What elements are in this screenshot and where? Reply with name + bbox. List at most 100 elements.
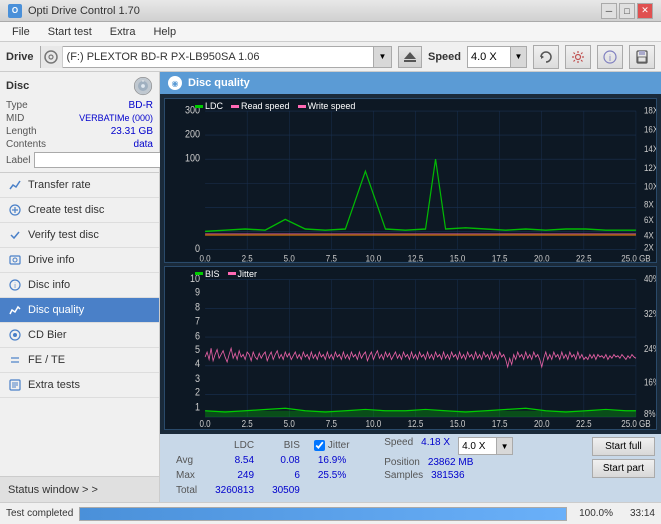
info-button[interactable]: i: [597, 45, 623, 69]
start-part-button[interactable]: Start part: [592, 459, 655, 478]
nav-create-test-disc[interactable]: Create test disc: [0, 198, 159, 223]
svg-text:200: 200: [185, 129, 200, 141]
svg-text:17.5: 17.5: [492, 418, 508, 429]
speed-key: Speed: [384, 437, 413, 455]
total-bis: 30509: [264, 484, 308, 497]
disc-label-row: Label ▶: [6, 152, 153, 168]
legend-bis: BIS: [195, 269, 220, 279]
nav-cd-bier-label: CD Bier: [28, 329, 67, 341]
disc-quality-icon: [8, 303, 22, 317]
nav-transfer-rate-label: Transfer rate: [28, 179, 91, 191]
disc-type-row: Type BD-R: [6, 100, 153, 111]
menu-help[interactable]: Help: [145, 24, 184, 40]
nav-disc-info-label: Disc info: [28, 279, 70, 291]
svg-text:20.0: 20.0: [534, 253, 550, 262]
disc-icon: [41, 46, 63, 68]
svg-text:32%: 32%: [644, 308, 656, 319]
svg-text:2.5: 2.5: [242, 418, 253, 429]
disc-header: Disc: [6, 76, 153, 96]
progress-bar-outer: [79, 507, 567, 521]
disc-cd-icon: [133, 76, 153, 96]
svg-text:40%: 40%: [644, 273, 656, 284]
svg-text:3: 3: [195, 373, 200, 385]
svg-text:25.0 GB: 25.0 GB: [621, 253, 650, 262]
nav-verify-test-disc[interactable]: Verify test disc: [0, 223, 159, 248]
stats-speed-dropdown-arrow[interactable]: ▼: [496, 438, 512, 454]
minimize-button[interactable]: ─: [601, 3, 617, 19]
extra-tests-icon: [8, 378, 22, 392]
nav-fe-te[interactable]: FE / TE: [0, 348, 159, 373]
total-ldc: 3260813: [207, 484, 262, 497]
status-window-label: Status window > >: [8, 484, 98, 496]
svg-text:12X: 12X: [644, 163, 656, 174]
svg-text:15.0: 15.0: [450, 418, 466, 429]
speed-dropdown-arrow[interactable]: ▼: [510, 47, 526, 67]
svg-text:24%: 24%: [644, 343, 656, 354]
disc-label-input[interactable]: [34, 152, 172, 168]
disc-length-row: Length 23.31 GB: [6, 126, 153, 137]
nav-disc-info[interactable]: i Disc info: [0, 273, 159, 298]
settings-button[interactable]: [565, 45, 591, 69]
nav-transfer-rate[interactable]: Transfer rate: [0, 173, 159, 198]
avg-ldc: 8.54: [207, 454, 262, 467]
svg-text:16X: 16X: [644, 124, 656, 135]
nav-drive-info[interactable]: Drive info: [0, 248, 159, 273]
disc-type-value: BD-R: [61, 100, 153, 111]
legend-ldc: LDC: [195, 101, 223, 111]
disc-label-key: Label: [6, 155, 30, 166]
disc-contents-value: data: [61, 139, 153, 150]
disc-mid-label: MID: [6, 113, 61, 124]
svg-text:0.0: 0.0: [200, 418, 211, 429]
samples-key: Samples: [384, 470, 423, 481]
start-buttons: Start full Start part: [592, 437, 655, 478]
svg-text:10.0: 10.0: [366, 418, 382, 429]
close-button[interactable]: ✕: [637, 3, 653, 19]
legend-read-speed: Read speed: [231, 101, 290, 111]
legend-jitter-label: Jitter: [238, 269, 258, 279]
transfer-rate-icon: [8, 178, 22, 192]
svg-text:22.5: 22.5: [576, 418, 592, 429]
menu-bar: File Start test Extra Help: [0, 22, 661, 42]
position-row: Position 23862 MB: [384, 457, 513, 468]
menu-file[interactable]: File: [4, 24, 38, 40]
top-chart: LDC Read speed Write speed: [164, 98, 657, 263]
legend-read-speed-label: Read speed: [241, 101, 290, 111]
svg-text:5: 5: [195, 344, 200, 356]
svg-text:2.5: 2.5: [242, 253, 253, 262]
disc-contents-row: Contents data: [6, 139, 153, 150]
drive-dropdown-arrow[interactable]: ▼: [373, 47, 391, 67]
bottom-chart-svg: 10 9 8 7 6 5 4 3 2 1 40% 32%: [165, 267, 656, 430]
app-icon: O: [8, 4, 22, 18]
refresh-button[interactable]: [533, 45, 559, 69]
status-window-button[interactable]: Status window > >: [0, 476, 159, 502]
svg-text:4X: 4X: [644, 230, 654, 241]
chart-header-icon: ◉: [168, 76, 182, 90]
nav-cd-bier[interactable]: CD Bier: [0, 323, 159, 348]
legend-write-speed-label: Write speed: [308, 101, 356, 111]
nav-extra-tests[interactable]: Extra tests: [0, 373, 159, 398]
svg-text:5.0: 5.0: [284, 253, 295, 262]
eject-button[interactable]: [398, 46, 422, 68]
stats-speed-select[interactable]: 4.0 X ▼: [458, 437, 513, 455]
window-controls: ─ □ ✕: [601, 3, 653, 19]
charts-area: LDC Read speed Write speed: [160, 94, 661, 434]
jitter-checkbox[interactable]: [314, 440, 325, 451]
drive-select[interactable]: (F:) PLEXTOR BD-R PX-LB950SA 1.06 ▼: [40, 46, 392, 68]
menu-start-test[interactable]: Start test: [40, 24, 100, 40]
nav-disc-quality[interactable]: Disc quality: [0, 298, 159, 323]
start-full-button[interactable]: Start full: [592, 437, 655, 456]
svg-text:22.5: 22.5: [576, 253, 592, 262]
svg-text:20.0: 20.0: [534, 418, 550, 429]
menu-extra[interactable]: Extra: [102, 24, 144, 40]
disc-title: Disc: [6, 80, 29, 92]
svg-text:1: 1: [195, 401, 200, 413]
drive-value: (F:) PLEXTOR BD-R PX-LB950SA 1.06: [63, 51, 373, 63]
samples-row: Samples 381536: [384, 470, 513, 481]
save-button[interactable]: [629, 45, 655, 69]
speed-select[interactable]: 4.0 X ▼: [467, 46, 527, 68]
legend-bis-label: BIS: [205, 269, 220, 279]
svg-text:12.5: 12.5: [408, 253, 424, 262]
disc-mid-row: MID VERBATIMe (000): [6, 113, 153, 124]
svg-text:15.0: 15.0: [450, 253, 466, 262]
maximize-button[interactable]: □: [619, 3, 635, 19]
